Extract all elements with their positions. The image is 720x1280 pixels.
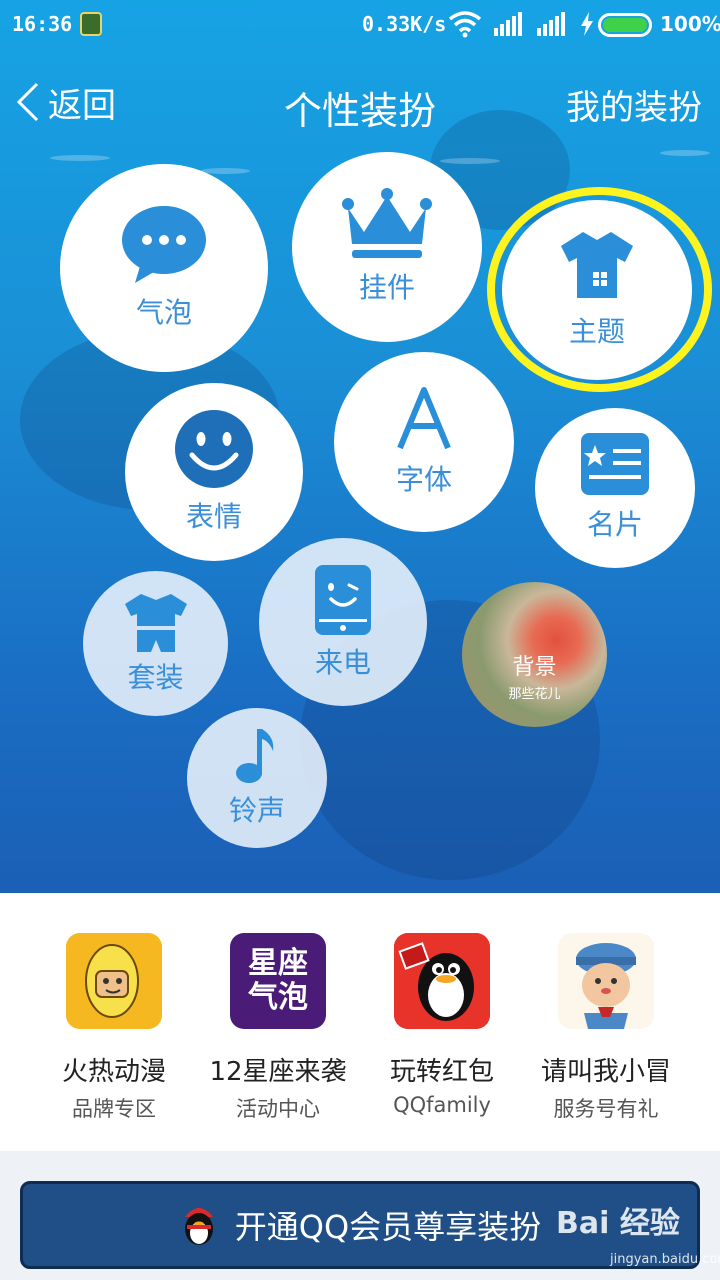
back-button[interactable]: 返回 (14, 80, 116, 126)
battery-percent: 100% (660, 12, 720, 36)
mascot-thumbnail (558, 933, 654, 1029)
category-label: 套装 (127, 660, 184, 694)
cta-label: 开通QQ会员尊享装扮 (234, 1208, 542, 1246)
category-label: 表情 (185, 500, 242, 533)
mascot-image (558, 933, 654, 1029)
category-pendant[interactable]: 挂件 (292, 152, 482, 342)
watermark-logo: Bai 经验 (556, 1206, 680, 1241)
promo-name: 火热动漫 (61, 1057, 166, 1087)
penguin-icon (394, 933, 490, 1029)
promo-item[interactable]: 星座 气泡 12星座来袭 活动中心 (188, 893, 368, 1151)
battery-fill (603, 18, 647, 32)
music-note-icon (236, 729, 274, 783)
promo-desc: 品牌专区 (72, 1097, 156, 1121)
promo-name: 12星座来袭 (209, 1057, 347, 1087)
category-call[interactable]: 来电 (259, 538, 427, 706)
hero-panel: 16:36 0.33K/s 100% 返回 个性装扮 我的装扮 气泡 挂件 主题… (0, 0, 720, 893)
phone-icon (315, 565, 371, 635)
shield-icon (80, 12, 102, 36)
zodiac-thumb-text: 气泡 (248, 980, 308, 1015)
category-label: 来电 (314, 646, 371, 679)
promo-strip: 火热动漫 品牌专区 星座 气泡 12星座来袭 活动中心 玩转红包 QQfamil… (0, 893, 720, 1151)
watermark-url: jingyan.baidu.com (610, 1252, 720, 1267)
category-card[interactable]: 名片 (535, 408, 695, 568)
category-font[interactable]: 字体 (334, 352, 514, 532)
chevron-left-icon (16, 82, 39, 122)
letter-a-icon (397, 387, 451, 450)
background-subtitle: 那些花儿 (508, 687, 561, 702)
qq-penguin-icon (184, 1208, 213, 1245)
smiley-icon (175, 410, 253, 488)
highlight-ring (487, 187, 712, 392)
my-outfit-button[interactable]: 我的装扮 (566, 80, 702, 129)
signal-icon (537, 12, 565, 36)
category-label: 铃声 (228, 794, 285, 827)
category-background[interactable]: 背景 那些花儿 (462, 582, 607, 727)
promo-desc: QQfamily (393, 1093, 491, 1117)
crown-icon (342, 188, 432, 258)
promo-item[interactable]: 玩转红包 QQfamily (352, 893, 532, 1151)
category-label: 字体 (395, 463, 452, 496)
status-bar: 16:36 0.33K/s 100% (0, 0, 720, 50)
zodiac-thumbnail: 星座 气泡 (230, 933, 326, 1029)
battery-icon (598, 13, 652, 37)
signal-icon (494, 12, 522, 36)
promo-desc: 服务号有礼 (553, 1097, 659, 1121)
back-label: 返回 (48, 85, 116, 126)
outfit-icon (124, 593, 187, 652)
promo-desc: 活动中心 (236, 1097, 320, 1121)
charging-icon (581, 12, 593, 36)
anime-thumbnail (66, 933, 162, 1029)
promo-item[interactable]: 火热动漫 品牌专区 (24, 893, 204, 1151)
anime-character-image (66, 933, 162, 1029)
chat-bubble-icon (122, 206, 206, 283)
promo-item[interactable]: 请叫我小冒 服务号有礼 (516, 893, 696, 1151)
fish-decoration (50, 155, 110, 161)
wifi-icon (448, 11, 482, 38)
fish-decoration (440, 158, 500, 164)
network-speed: 0.33K/s (362, 12, 447, 36)
red-packet-thumbnail (394, 933, 490, 1029)
zodiac-thumb-text: 星座 (248, 946, 308, 981)
category-label: 气泡 (135, 296, 192, 329)
category-ringtone[interactable]: 铃声 (187, 708, 327, 848)
category-label: 名片 (586, 508, 643, 541)
fish-decoration (660, 150, 710, 156)
category-bubble[interactable]: 气泡 (60, 164, 268, 372)
promo-name: 请叫我小冒 (540, 1057, 671, 1087)
category-suit[interactable]: 套装 (83, 571, 228, 716)
category-emoticon[interactable]: 表情 (125, 383, 303, 561)
category-label: 挂件 (358, 271, 415, 304)
id-card-icon (581, 433, 649, 495)
status-time: 16:36 (12, 12, 73, 36)
promo-name: 玩转红包 (389, 1057, 494, 1087)
category-label: 背景 (512, 655, 557, 680)
nav-bar: 返回 个性装扮 我的装扮 (0, 66, 720, 136)
